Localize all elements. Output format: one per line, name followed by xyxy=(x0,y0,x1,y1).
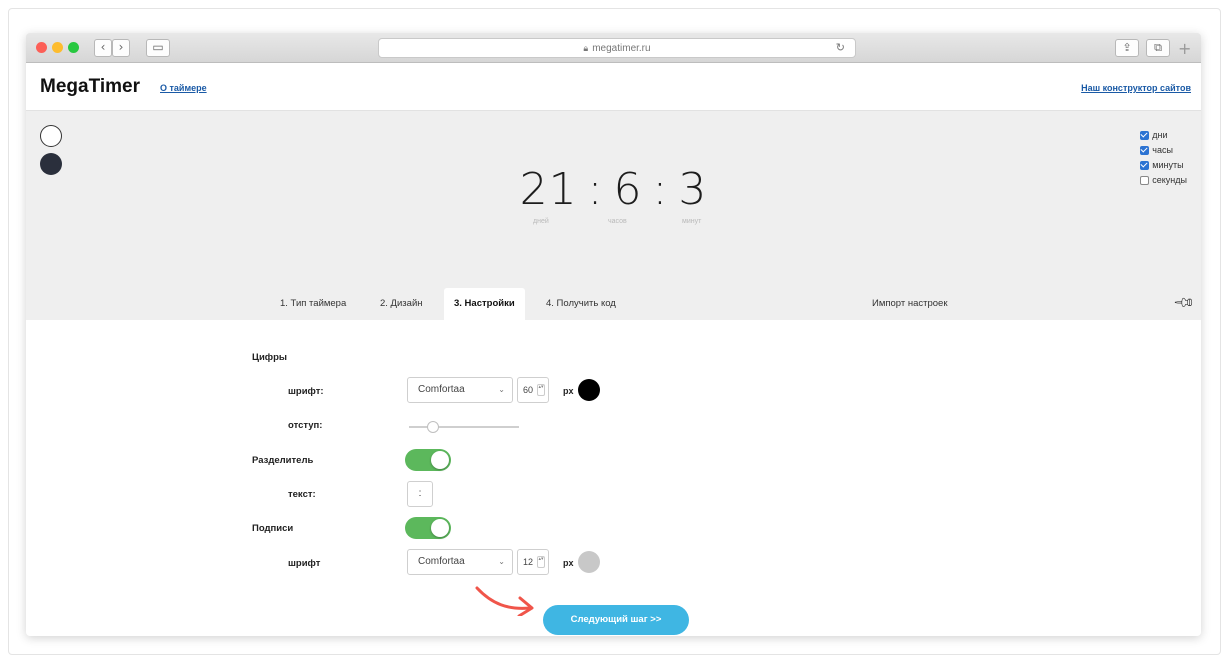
digits-color-picker[interactable] xyxy=(578,379,600,401)
minimize-window-button[interactable] xyxy=(52,42,63,53)
captions-section-title: Подписи xyxy=(252,523,294,534)
unit-seconds[interactable]: секунды xyxy=(1140,173,1187,188)
digits-size-unit: px xyxy=(563,386,574,396)
settings-panel: Цифры шрифт: Comfortaa ⌄ 60 ▴▾ px отступ… xyxy=(26,320,1201,636)
tab-get-code[interactable]: 4. Получить код xyxy=(536,288,626,320)
units-checklist: дни часы минуты секунды xyxy=(1140,128,1187,188)
unit-label: дни xyxy=(1152,130,1168,140)
timer-minutes: 3 xyxy=(678,164,708,215)
arrow-pointer-icon xyxy=(475,586,534,616)
divider-text-label: текст: xyxy=(288,489,316,500)
timer-separator: : xyxy=(587,164,604,215)
tab-import-settings[interactable]: Импорт настроек xyxy=(862,288,958,320)
unit-label: секунды xyxy=(1152,175,1187,185)
captions-color-picker[interactable] xyxy=(578,551,600,573)
digits-size-value: 60 xyxy=(523,385,534,395)
stepper-icon[interactable]: ▴▾ xyxy=(537,556,545,568)
hours-caption: часов xyxy=(608,218,627,225)
chevron-down-icon: ⌄ xyxy=(498,385,505,394)
unit-minutes[interactable]: минуты xyxy=(1140,158,1187,173)
reload-icon[interactable]: ↻ xyxy=(836,39,845,57)
captions-toggle[interactable] xyxy=(405,517,451,539)
close-window-button[interactable] xyxy=(36,42,47,53)
site-header: MegaTimer О таймере Наш конструктор сайт… xyxy=(26,63,1201,111)
digits-section-title: Цифры xyxy=(252,352,288,363)
checkbox-unchecked-icon[interactable] xyxy=(1140,176,1150,185)
unit-hours[interactable]: часы xyxy=(1140,143,1187,158)
chevron-down-icon: ⌄ xyxy=(498,557,505,566)
digits-size-input[interactable]: 60 ▴▾ xyxy=(517,377,549,403)
toggle-knob xyxy=(431,451,449,469)
about-timer-link[interactable]: О таймере xyxy=(160,83,207,93)
settings-tabs: 1. Тип таймера 2. Дизайн 3. Настройки 4.… xyxy=(26,288,1201,320)
next-step-button[interactable]: Следующий шаг >> xyxy=(543,605,689,635)
checkbox-checked-icon[interactable] xyxy=(1140,161,1150,170)
sidebar-icon[interactable]: ▭ xyxy=(146,39,170,57)
toggle-knob xyxy=(431,519,449,537)
divider-section-title: Разделитель xyxy=(252,455,314,466)
captions-size-input[interactable]: 12 ▴▾ xyxy=(517,549,549,575)
timer-separator: : xyxy=(652,164,669,215)
url-text: megatimer.ru xyxy=(592,43,651,54)
share-icon[interactable]: ⇪ xyxy=(1115,39,1139,57)
timer-days: 21 xyxy=(519,164,578,215)
tab-timer-type[interactable]: 1. Тип таймера xyxy=(270,288,356,320)
background-white-swatch[interactable] xyxy=(40,125,62,147)
divider-toggle[interactable] xyxy=(405,449,451,471)
digits-indent-slider[interactable] xyxy=(409,426,519,428)
divider-text-input[interactable]: : xyxy=(407,481,433,507)
captions-font-select[interactable]: Comfortaa ⌄ xyxy=(407,549,513,575)
timer-display: 21:6:3 xyxy=(26,164,1201,215)
minutes-caption: минут xyxy=(682,218,702,225)
timer-hours: 6 xyxy=(613,164,643,215)
days-caption: дней xyxy=(533,218,549,225)
unit-label: минуты xyxy=(1152,160,1184,170)
zoom-window-button[interactable] xyxy=(68,42,79,53)
digits-font-label: шрифт: xyxy=(288,386,324,397)
new-tab-icon[interactable]: + xyxy=(1178,39,1191,58)
unit-label: часы xyxy=(1152,145,1173,155)
tab-settings[interactable]: 3. Настройки xyxy=(444,288,525,320)
captions-font-label: шрифт xyxy=(288,558,321,569)
digits-indent-slider-handle[interactable] xyxy=(427,421,439,433)
browser-toolbar: ‹ › ▭ 🔒︎ megatimer.ru ↻ ⇪ ⧉ + xyxy=(26,33,1201,63)
tabs-overview-icon[interactable]: ⧉ xyxy=(1146,39,1170,57)
checkbox-checked-icon[interactable] xyxy=(1140,146,1150,155)
address-bar[interactable]: 🔒︎ megatimer.ru ↻ xyxy=(378,38,856,58)
forward-icon[interactable]: › xyxy=(112,39,130,57)
checkbox-checked-icon[interactable] xyxy=(1140,131,1150,140)
captions-font-value: Comfortaa xyxy=(418,556,465,567)
unit-days[interactable]: дни xyxy=(1140,128,1187,143)
lock-icon: 🔒︎ xyxy=(583,43,589,53)
back-icon[interactable]: ‹ xyxy=(94,39,112,57)
site-builder-link[interactable]: Наш конструктор сайтов xyxy=(1081,83,1191,93)
digits-indent-label: отступ: xyxy=(288,420,323,431)
stepper-icon[interactable]: ▴▾ xyxy=(537,384,545,396)
tab-design[interactable]: 2. Дизайн xyxy=(370,288,433,320)
captions-size-unit: px xyxy=(563,558,574,568)
digits-font-value: Comfortaa xyxy=(418,384,465,395)
browser-window: ‹ › ▭ 🔒︎ megatimer.ru ↻ ⇪ ⧉ + MegaTimer О… xyxy=(26,33,1201,636)
digits-font-select[interactable]: Comfortaa ⌄ xyxy=(407,377,513,403)
captions-size-value: 12 xyxy=(523,557,534,567)
pin-icon[interactable]: 📌︎ xyxy=(1172,291,1196,315)
site-logo[interactable]: MegaTimer xyxy=(40,76,140,98)
